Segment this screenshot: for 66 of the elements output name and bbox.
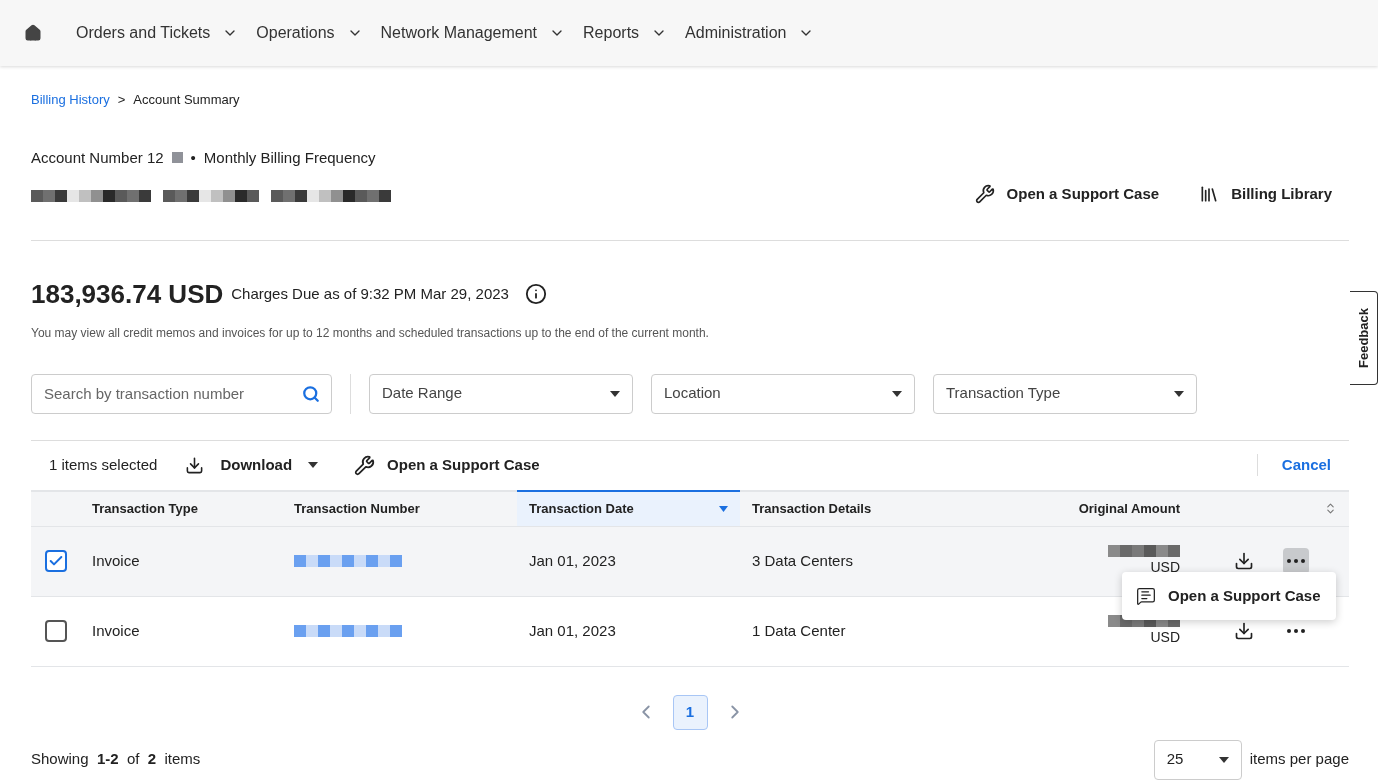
more-icon <box>1287 559 1305 563</box>
nav-menu[interactable]: Operations <box>256 21 363 45</box>
row-checkbox[interactable] <box>44 550 67 572</box>
items-per-page-label: items per page <box>1249 749 1349 770</box>
nav-menu[interactable]: Network Management <box>380 21 566 45</box>
column-header[interactable]: Transaction Number <box>282 489 517 527</box>
account-number: Account Number 12 <box>31 147 164 168</box>
sort-caret-icon <box>719 505 728 512</box>
table-cell-text: Invoice <box>92 620 140 641</box>
table-cell-text: Invoice <box>92 550 140 571</box>
feedback-tab[interactable]: Feedback <box>1350 291 1378 385</box>
page-size-select[interactable]: 25 <box>1153 739 1242 780</box>
action-link[interactable]: Open a Support Case <box>974 183 1160 206</box>
column-header[interactable]: Transaction Type <box>80 489 282 527</box>
info-note: You may view all credit memos and invoices for up to 12 months and scheduled transactions up to the end of the current month. <box>31 324 710 342</box>
charges-due-label: Charges Due as of 9:32 PM Mar 29, 2023 <box>231 283 509 304</box>
breadcrumb-current: Account Summary <box>133 91 240 109</box>
more-icon <box>1287 629 1305 633</box>
items-count: Showing 1-2 of 2 items <box>31 749 201 770</box>
sort-icon[interactable] <box>1324 502 1337 515</box>
column-header[interactable]: Original Amount <box>1000 489 1192 527</box>
table-cell-text: 1 Data Center <box>752 620 846 641</box>
tooltip-label: Open a Support Case <box>1168 585 1321 606</box>
nav-menu[interactable]: Administration <box>685 21 815 45</box>
caret-icon <box>892 390 902 397</box>
download-icon <box>185 455 205 475</box>
home-icon[interactable] <box>24 24 42 42</box>
filter-dropdown[interactable]: Location <box>651 373 915 414</box>
tools-icon <box>354 454 376 476</box>
download-icon[interactable] <box>1234 621 1254 641</box>
table-cell-text: 3 Data Centers <box>752 550 853 571</box>
search-icon[interactable] <box>302 384 320 403</box>
filter-dropdown[interactable]: Transaction Type <box>933 373 1197 414</box>
table-cell-text: Jan 01, 2023 <box>529 620 616 641</box>
column-header[interactable]: Transaction Date <box>517 489 740 527</box>
download-button[interactable]: Download <box>185 453 319 477</box>
breadcrumb-link[interactable]: Billing History <box>31 90 110 110</box>
action-link[interactable]: Billing Library <box>1199 183 1332 206</box>
tooltip[interactable]: Open a Support Case <box>1122 572 1336 620</box>
breadcrumb-separator: > <box>117 91 126 109</box>
caret-icon <box>308 462 319 468</box>
download-icon[interactable] <box>1234 551 1254 571</box>
search-field[interactable]: Search by transaction number <box>31 373 332 414</box>
redaction-drawing <box>1108 544 1180 557</box>
amount-due: 183,936.74 USD <box>31 277 224 311</box>
selected-count: 1 items selected <box>49 454 158 475</box>
info-icon[interactable] <box>524 283 547 305</box>
row-menu-button[interactable] <box>1283 548 1309 574</box>
chat-icon <box>1136 586 1156 606</box>
page-button[interactable]: 1 <box>672 694 708 730</box>
column-header[interactable]: Transaction Details <box>740 489 1000 527</box>
billing-frequency: Monthly Billing Frequency <box>203 147 376 168</box>
redaction-drawing <box>171 152 183 164</box>
tools-icon <box>974 184 995 205</box>
filter-dropdown[interactable]: Date Range <box>369 373 633 414</box>
caret-icon <box>1218 756 1229 763</box>
nav-menu[interactable]: Reports <box>583 21 668 45</box>
caret-icon <box>1174 390 1184 397</box>
nav-menu[interactable]: Orders and Tickets <box>76 21 239 45</box>
cancel-button[interactable]: Cancel <box>1281 453 1331 477</box>
currency-label: USD <box>1150 627 1180 647</box>
separator-dot: • <box>190 147 196 168</box>
row-checkbox[interactable] <box>44 620 67 642</box>
table-cell-text: Jan 01, 2023 <box>529 550 616 571</box>
support-case-button[interactable]: Open a Support Case <box>354 453 540 477</box>
caret-icon <box>610 390 620 397</box>
